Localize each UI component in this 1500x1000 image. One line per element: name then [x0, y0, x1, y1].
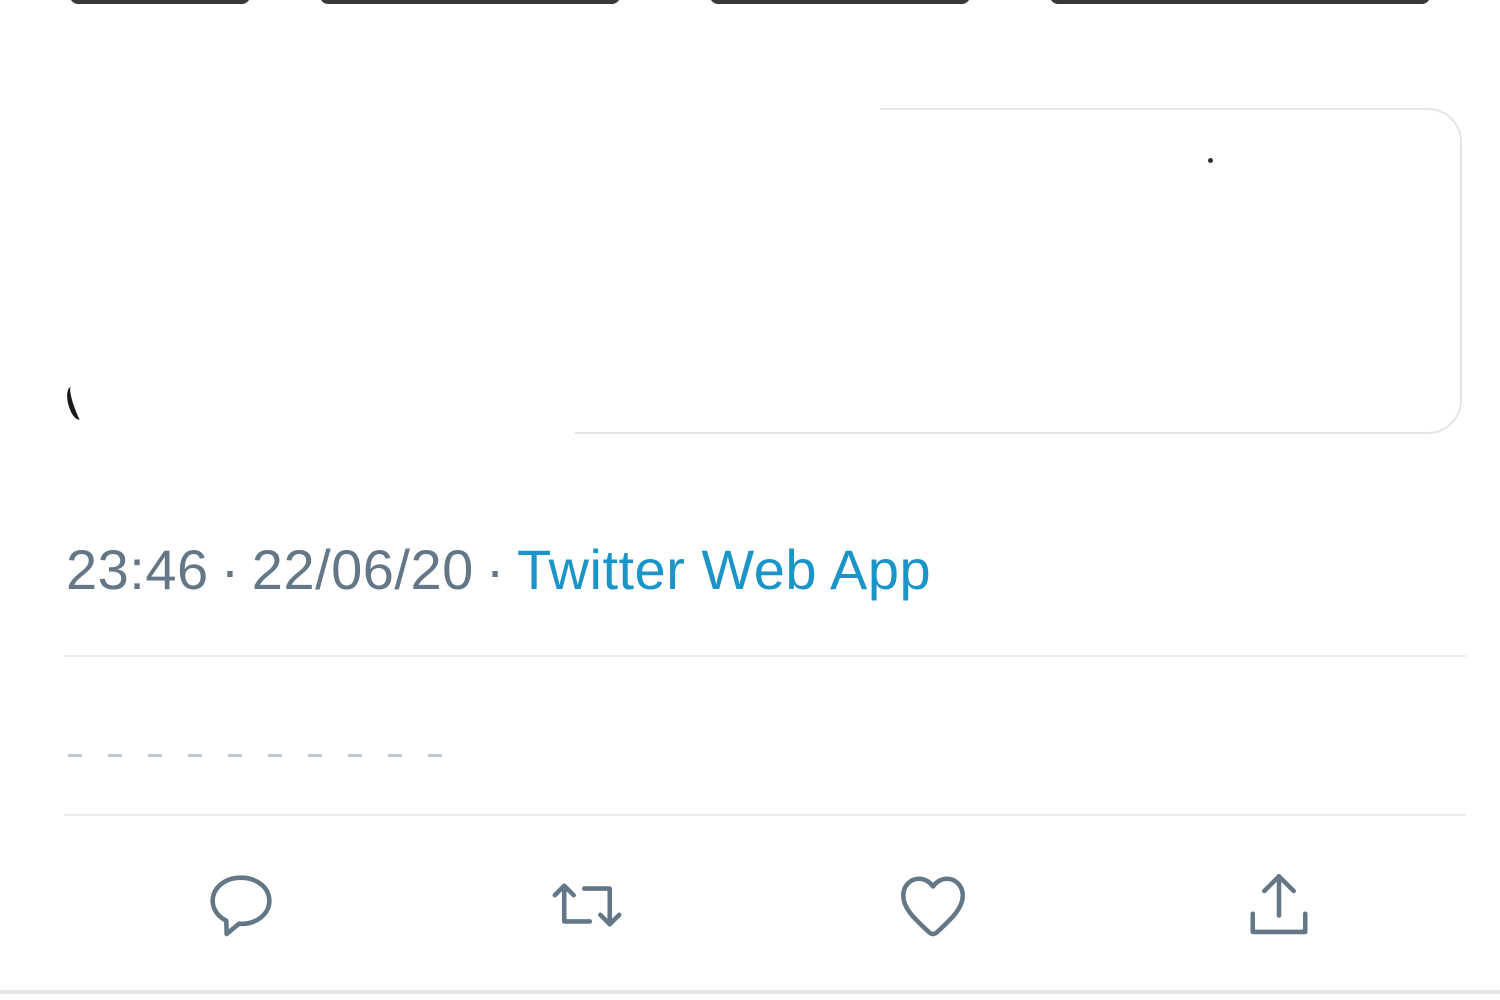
tweet-time: 23:46 [66, 538, 209, 601]
tweet-text-cropped [70, 0, 1450, 10]
separator-dot: · [485, 538, 505, 601]
tweet-timestamp-row: 23:46 · 22/06/20 · Twitter Web App [66, 536, 931, 604]
redacted-area-top [0, 90, 880, 120]
heart-icon [900, 876, 966, 937]
separator-dot: · [220, 538, 240, 601]
retweet-arrows-icon [552, 883, 622, 927]
tweet-action-bar [0, 860, 1500, 950]
tweet-detail-view: 23:46 · 22/06/20 · Twitter Web App [0, 0, 1500, 1000]
reply-button[interactable] [196, 860, 286, 950]
card-artifact [1208, 158, 1213, 163]
divider [64, 655, 1466, 657]
tweet-source-link[interactable]: Twitter Web App [517, 538, 931, 601]
redacted-area [0, 90, 575, 450]
like-button[interactable] [888, 860, 978, 950]
upload-share-icon [1250, 874, 1308, 935]
tweet-date: 22/06/20 [251, 538, 474, 601]
speech-bubble-icon [210, 875, 272, 937]
share-button[interactable] [1234, 860, 1324, 950]
engagement-stats-redacted [68, 754, 478, 760]
divider [64, 814, 1466, 816]
retweet-button[interactable] [542, 860, 632, 950]
bottom-border [0, 990, 1500, 994]
